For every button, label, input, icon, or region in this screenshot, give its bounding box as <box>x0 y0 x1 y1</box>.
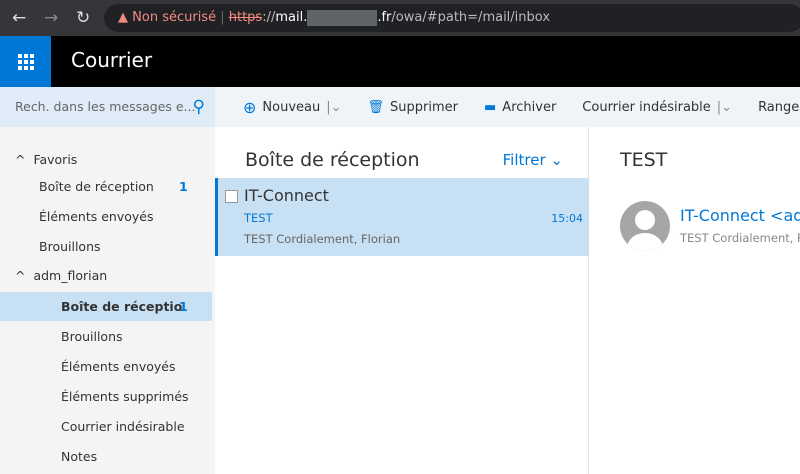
chevron-down-icon[interactable]: |⌄ <box>326 100 341 115</box>
reading-subject: TEST <box>620 149 668 171</box>
folder-label: Éléments supprimés <box>61 389 189 404</box>
folder-item-deleted[interactable]: Éléments supprimés <box>0 382 212 411</box>
folder-item-favorite-inbox[interactable]: Boîte de réception 1 <box>0 172 212 201</box>
unread-count: 1 <box>179 179 188 194</box>
trash-icon: 🗑 <box>367 99 385 115</box>
folder-label: Boîte de réception <box>39 179 154 194</box>
url-host: mail. <box>275 10 308 25</box>
folder-item-drafts[interactable]: Brouillons <box>0 322 212 351</box>
browser-toolbar: ← → ↻ ▲ Non sécurisé | https://mail. .fr/… <box>0 0 800 36</box>
sweep-button[interactable]: Ranger <box>758 100 800 115</box>
folder-label: Éléments envoyés <box>61 359 176 374</box>
filter-button[interactable]: Filtrer ⌄ <box>503 151 563 169</box>
search-input[interactable]: Rech. dans les messages e... ⚲ <box>0 87 215 127</box>
folder-label: Notes <box>61 449 98 464</box>
folder-item-junk[interactable]: Courrier indésirable <box>0 412 212 441</box>
favorites-label: Favoris <box>33 152 78 167</box>
plus-circle-icon: ⊕ <box>243 97 257 117</box>
junk-button[interactable]: Courrier indésirable |⌄ <box>582 100 732 115</box>
waffle-icon <box>17 53 34 70</box>
app-header: Courrier <box>0 36 800 87</box>
chevron-down-icon[interactable]: |⌄ <box>717 100 732 115</box>
message-time: 15:04 <box>551 212 583 225</box>
delete-button[interactable]: 🗑 Supprimer <box>368 100 458 115</box>
address-bar[interactable]: ▲ Non sécurisé | https://mail. .fr/owa/#p… <box>104 4 800 32</box>
chevron-down-icon: ⌄ <box>550 151 563 169</box>
junk-label: Courrier indésirable <box>582 99 711 115</box>
redacted-domain <box>307 9 378 26</box>
warning-icon: ▲ <box>118 10 128 25</box>
search-icon[interactable]: ⚲ <box>193 87 205 127</box>
url-path: /owa/#path=/mail/inbox <box>391 10 551 25</box>
message-preview: TEST Cordialement, Florian <box>244 232 401 246</box>
search-placeholder: Rech. dans les messages e... <box>15 99 196 114</box>
folder-label: Éléments envoyés <box>39 209 154 224</box>
archive-icon: ▬ <box>484 99 497 115</box>
reading-sender[interactable]: IT-Connect <adm <box>680 206 800 225</box>
delete-label: Supprimer <box>390 99 458 115</box>
security-status[interactable]: Non sécurisé <box>132 10 216 25</box>
list-title: Boîte de réception <box>245 149 420 171</box>
folder-item-inbox[interactable]: Boîte de réceptio 1 <box>0 292 212 321</box>
select-checkbox[interactable] <box>225 190 238 203</box>
avatar <box>620 201 670 251</box>
reading-preview: TEST Cordialement, Flor <box>680 231 800 245</box>
reload-icon[interactable]: ↻ <box>76 8 90 28</box>
command-bar: ⊕ Nouveau |⌄ 🗑 Supprimer ▬ Archiver Courrier… <box>215 87 800 127</box>
favorites-header[interactable]: ^ Favoris <box>15 145 227 174</box>
folder-label: Boîte de réceptio <box>61 299 183 314</box>
forward-icon[interactable]: → <box>44 8 58 28</box>
sweep-label: Ranger <box>758 99 800 115</box>
folder-item-sent[interactable]: Éléments envoyés <box>0 352 212 381</box>
folder-item-favorite-drafts[interactable]: Brouillons <box>0 232 212 261</box>
list-item[interactable]: IT-Connect TEST 15:04 TEST Cordialement,… <box>215 178 589 256</box>
folder-item-notes[interactable]: Notes <box>0 442 212 471</box>
folder-label: Brouillons <box>61 329 123 344</box>
url-sep: :// <box>262 10 276 25</box>
url-scheme: https <box>228 10 263 25</box>
account-label: adm_florian <box>33 268 108 283</box>
folder-label: Courrier indésirable <box>61 419 185 434</box>
chevron-up-icon: ^ <box>15 268 26 283</box>
archive-label: Archiver <box>502 99 557 115</box>
account-header[interactable]: ^ adm_florian <box>15 261 227 290</box>
message-subject: TEST <box>244 211 273 225</box>
new-label: Nouveau <box>262 99 321 115</box>
message-sender: IT-Connect <box>244 186 329 205</box>
back-icon[interactable]: ← <box>12 8 26 28</box>
app-title: Courrier <box>71 48 153 72</box>
chevron-up-icon: ^ <box>15 152 26 167</box>
new-button[interactable]: ⊕ Nouveau |⌄ <box>243 98 342 117</box>
app-launcher-button[interactable] <box>0 36 51 87</box>
reading-pane: TEST IT-Connect <adm TEST Cordialement, … <box>590 127 800 474</box>
archive-button[interactable]: ▬ Archiver <box>484 100 556 115</box>
url-tld: .fr <box>377 10 392 25</box>
folder-item-favorite-sent[interactable]: Éléments envoyés <box>0 202 212 231</box>
folder-label: Brouillons <box>39 239 101 254</box>
unread-count: 1 <box>179 299 188 314</box>
folder-pane: ^ Favoris Boîte de réception 1 Éléments e… <box>0 127 215 474</box>
message-list: Boîte de réception Filtrer ⌄ IT-Connect … <box>215 127 589 474</box>
filter-label: Filtrer <box>502 151 546 169</box>
